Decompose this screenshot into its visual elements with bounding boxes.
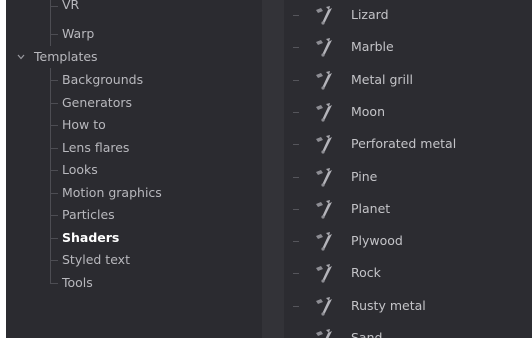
paint-tool-icon <box>314 167 336 187</box>
tree-item-warp[interactable]: Warp <box>62 23 94 45</box>
tree-branch <box>50 125 58 126</box>
tree-branch <box>50 215 58 216</box>
list-item-label: Rusty metal <box>351 297 426 313</box>
tree-branch <box>50 260 58 261</box>
paint-tool-icon <box>314 328 336 338</box>
tree-item-label: Lens flares <box>62 140 130 155</box>
tree-branch <box>293 79 299 81</box>
tree-branch <box>293 273 299 275</box>
tree-item-how-to[interactable]: How to <box>62 114 106 136</box>
tree-item-label: Generators <box>62 95 132 110</box>
list-item-label: Planet <box>351 200 391 216</box>
tree-item-styled-text[interactable]: Styled text <box>62 249 130 271</box>
tree-item-lens-flares[interactable]: Lens flares <box>62 137 129 159</box>
paint-tool-icon <box>314 134 336 154</box>
tree-branch <box>50 6 58 7</box>
list-item[interactable]: Rusty metal <box>284 290 532 322</box>
tree-branch <box>293 305 299 307</box>
list-item[interactable]: Lizard <box>284 0 532 31</box>
tree-branch <box>50 148 58 149</box>
paint-tool-icon <box>314 102 336 122</box>
tree-branch <box>50 283 58 284</box>
paint-tool-icon <box>314 296 336 316</box>
list-item[interactable]: Rock <box>284 257 532 289</box>
list-item-label: Perforated metal <box>351 136 457 152</box>
list-item[interactable]: Marble <box>284 31 532 63</box>
tree-branch <box>50 193 58 194</box>
tree-item-label: Styled text <box>62 252 130 267</box>
paint-tool-icon <box>314 199 336 219</box>
tree-branch <box>50 34 58 35</box>
tree-item-label: Particles <box>62 207 115 222</box>
tree-branch <box>293 208 299 210</box>
tree-item-motion-graphics[interactable]: Motion graphics <box>62 182 162 204</box>
chevron-down-icon[interactable] <box>16 52 26 62</box>
tree-branch <box>50 80 58 81</box>
tree-item-particles[interactable]: Particles <box>62 204 115 226</box>
tree-branch <box>293 241 299 243</box>
tree-branch <box>293 15 299 16</box>
tree-item-label: VR <box>62 0 80 12</box>
tree-item-label: Looks <box>62 162 98 177</box>
tree-item-label: Shaders <box>62 230 120 245</box>
list-item[interactable]: Plywood <box>284 225 532 257</box>
tree-item-label: Backgrounds <box>62 72 144 87</box>
list-item-label: Moon <box>351 103 386 119</box>
list-item[interactable]: Moon <box>284 96 532 128</box>
paint-tool-icon <box>314 231 336 251</box>
tree-guide-templates <box>50 68 51 283</box>
tree-branch <box>293 176 299 178</box>
paint-tool-icon <box>314 37 336 57</box>
tree-item-label: Templates <box>34 49 98 64</box>
tree-item-generators[interactable]: Generators <box>62 92 132 114</box>
paint-tool-icon <box>314 263 336 283</box>
list-item-label: Plywood <box>351 233 403 249</box>
tree-item-label: Tools <box>62 275 93 290</box>
tree-branch <box>50 103 58 104</box>
tree-item-backgrounds[interactable]: Backgrounds <box>62 69 143 91</box>
tree-branch <box>50 238 58 239</box>
paint-tool-icon <box>314 70 336 90</box>
list-item-label: Lizard <box>351 7 389 22</box>
list-item[interactable]: Planet <box>284 193 532 225</box>
tree-item-label: How to <box>62 117 106 132</box>
list-item[interactable]: Pine <box>284 161 532 193</box>
tree-branch <box>293 144 299 146</box>
tree-branch <box>293 111 299 113</box>
tree-item-looks[interactable]: Looks <box>62 159 98 181</box>
list-item[interactable]: Metal grill <box>284 64 532 96</box>
category-tree: VR Warp Templates Backgrounds Generators… <box>6 0 262 338</box>
list-item-label: Marble <box>351 39 394 55</box>
tree-item-label: Warp <box>62 26 95 41</box>
shader-list: Lizard Marble Metal grill Moon Perforated me… <box>284 0 532 338</box>
tree-item-tools[interactable]: Tools <box>62 272 93 294</box>
tree-branch <box>293 47 299 49</box>
tree-item-vr[interactable]: VR <box>62 0 79 16</box>
pane-divider[interactable] <box>262 0 284 338</box>
library-window: VR Warp Templates Backgrounds Generators… <box>6 0 532 338</box>
list-item-label: Rock <box>351 265 381 281</box>
paint-tool-icon <box>314 5 336 25</box>
list-item-label: Sand <box>351 330 383 338</box>
list-item-label: Pine <box>351 168 378 184</box>
tree-item-shaders[interactable]: Shaders <box>62 227 119 249</box>
tree-branch <box>50 170 58 171</box>
tree-item-label: Motion graphics <box>62 185 162 200</box>
list-item[interactable]: Sand <box>284 322 532 338</box>
tree-item-templates[interactable]: Templates <box>34 46 98 68</box>
list-item[interactable]: Perforated metal <box>284 128 532 160</box>
list-item-label: Metal grill <box>351 71 413 87</box>
